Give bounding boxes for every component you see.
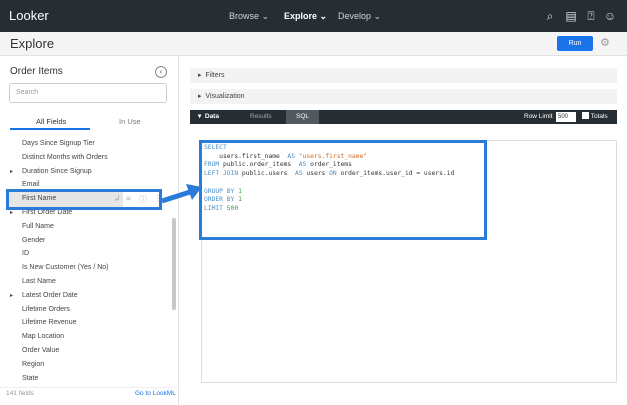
highlight-box-field	[6, 189, 162, 210]
search-icon[interactable]: ⌕	[543, 9, 557, 24]
row-limit-input[interactable]: 500	[556, 112, 576, 122]
tab-results[interactable]: Results	[250, 110, 272, 124]
tab-in-use[interactable]: In Use	[119, 117, 141, 126]
nav-explore[interactable]: Explore ⌄	[284, 11, 327, 22]
field-item[interactable]: Lifetime Orders	[22, 303, 70, 316]
page-title: Explore	[10, 36, 55, 51]
row-limit-label: Row Limit	[524, 113, 553, 120]
arrow-annotation	[161, 184, 202, 204]
nav-browse[interactable]: Browse ⌄	[229, 11, 269, 22]
expand-caret-icon[interactable]: ▸	[10, 292, 13, 299]
field-item[interactable]: Lifetime Revenue	[22, 316, 76, 329]
go-to-lookml-link[interactable]: Go to LookML	[135, 390, 176, 397]
field-item[interactable]: Region	[22, 358, 44, 371]
field-item[interactable]: Map Location	[22, 330, 64, 343]
page-header	[0, 32, 627, 56]
tab-sql[interactable]: SQL	[286, 110, 319, 124]
field-item[interactable]: Order Value	[22, 344, 59, 357]
gear-icon[interactable]: ⚙	[600, 36, 610, 49]
field-item[interactable]: Full Name	[22, 220, 54, 233]
field-item[interactable]: Last Name	[22, 275, 56, 288]
help-icon[interactable]: ⍰	[584, 9, 598, 24]
expand-caret-icon[interactable]: ▸	[10, 209, 13, 216]
highlight-box-sql	[199, 140, 487, 240]
field-item[interactable]: Days Since Signup Tier	[22, 137, 95, 150]
search-input[interactable]: Search	[9, 83, 167, 103]
field-group[interactable]: Duration Since Signup	[22, 165, 92, 178]
tab-data[interactable]: ▾ Data	[198, 110, 219, 124]
field-item[interactable]: Gender	[22, 234, 45, 247]
scrollbar[interactable]	[172, 218, 176, 310]
visualization-section[interactable]: ▸ Visualization	[190, 89, 617, 104]
active-tab-indicator	[10, 128, 90, 130]
field-group[interactable]: Latest Order Date	[22, 289, 78, 302]
field-item[interactable]: Distinct Months with Orders	[22, 151, 108, 164]
totals-checkbox[interactable]: Totals	[582, 112, 608, 120]
collapse-icon[interactable]: ‹	[155, 66, 167, 78]
nav-develop[interactable]: Develop ⌄	[338, 11, 381, 22]
field-item[interactable]: State	[22, 372, 38, 385]
expand-caret-icon[interactable]: ▸	[10, 168, 13, 175]
explore-name: Order Items	[10, 66, 63, 77]
filters-section[interactable]: ▸ Filters	[190, 68, 617, 83]
run-button[interactable]: Run	[557, 36, 593, 51]
field-count: 141 fields	[6, 390, 34, 397]
account-icon[interactable]: ☺	[603, 9, 617, 23]
marketplace-icon[interactable]: ▤	[564, 9, 578, 23]
field-item[interactable]: Is New Customer (Yes / No)	[22, 261, 109, 274]
tab-all-fields[interactable]: All Fields	[36, 117, 66, 126]
looker-logo[interactable]: Looker	[9, 8, 49, 23]
field-item[interactable]: ID	[22, 247, 29, 260]
